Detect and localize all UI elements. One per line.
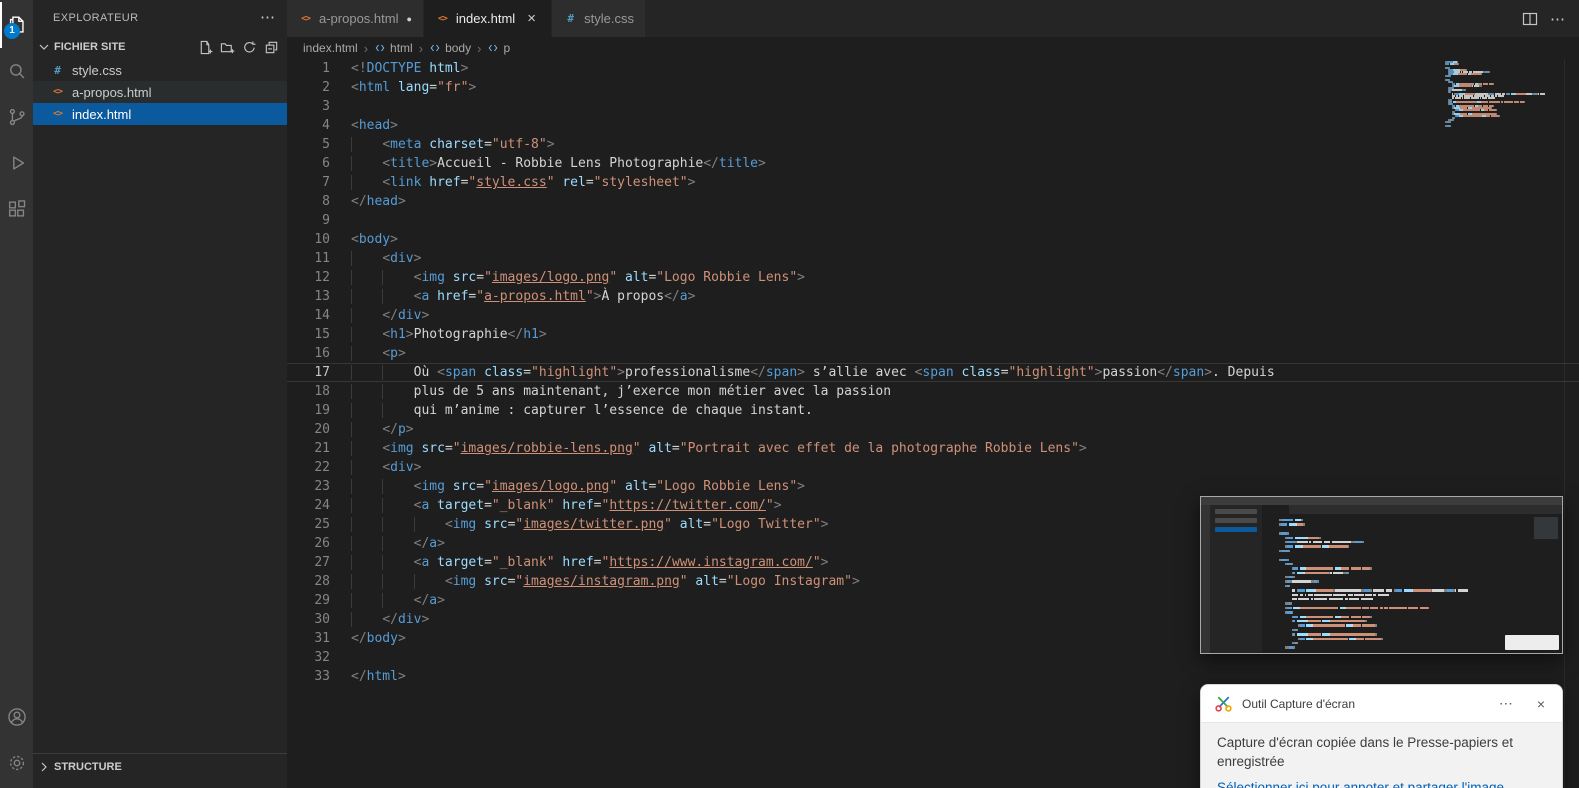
thumb-titlebar <box>1201 497 1562 505</box>
file-name: style.css <box>72 62 122 78</box>
sidebar-title: EXPLORATEUR <box>53 11 139 24</box>
structure-section-header[interactable]: STRUCTURE <box>33 753 287 780</box>
symbol-tag-icon <box>430 44 440 52</box>
tab-bar: <> a-propos.html ● <> index.html × # sty… <box>287 0 1579 37</box>
activity-bar-top: 1 <box>0 2 33 232</box>
html-file-icon: <> <box>53 109 63 119</box>
screenshot-preview[interactable] <box>1200 496 1563 654</box>
css-file-icon: # <box>54 63 61 77</box>
code-area[interactable]: 1 <!DOCTYPE html> 2 <html lang="fr"> 3 4 <head… <box>287 59 1579 788</box>
run-debug-icon <box>12 156 24 170</box>
file-name: index.html <box>72 106 132 122</box>
tab-label: a-propos.html <box>319 11 399 26</box>
chevron-down-icon <box>39 44 49 50</box>
snipping-tool-scissors-icon <box>1215 696 1232 712</box>
scrollbar[interactable] <box>1564 59 1565 788</box>
settings-button[interactable] <box>0 740 33 786</box>
modified-dot-icon[interactable]: ● <box>406 14 411 24</box>
vscode-window: 1 EXPLORATEUR ⋯ FICHIER SITE # style.css… <box>0 0 1579 788</box>
notification-more-icon[interactable]: ⋯ <box>1492 693 1520 714</box>
file-name: a-propos.html <box>72 84 152 100</box>
tab-a-propos[interactable]: <> a-propos.html ● <box>287 0 424 37</box>
breadcrumb: index.html › html › body › p <box>287 37 1579 59</box>
symbol-tag-icon <box>375 44 385 52</box>
explorer-sidebar: EXPLORATEUR ⋯ FICHIER SITE # style.css <… <box>33 0 287 788</box>
thumb-tab-bar <box>1262 505 1562 514</box>
chevron-right-icon: › <box>477 40 482 56</box>
tab-label: style.css <box>584 11 635 26</box>
split-editor-icon[interactable] <box>1522 11 1538 27</box>
breadcrumb-label: index.html <box>303 41 358 55</box>
css-file-icon: # <box>567 12 574 25</box>
new-file-icon[interactable] <box>198 40 213 55</box>
chevron-right-icon: › <box>418 40 424 56</box>
file-list: # style.css <> a-propos.html <> index.ht… <box>33 59 287 125</box>
activity-bar-bottom <box>0 694 33 786</box>
thumb-notification <box>1505 635 1559 650</box>
run-debug-activity-button[interactable] <box>0 140 33 186</box>
editor-actions: ⋯ <box>1522 0 1579 37</box>
refresh-icon[interactable] <box>242 40 257 55</box>
gear-icon <box>9 755 24 771</box>
notification-action-link[interactable]: Sélectionner ici pour annoter et partage… <box>1217 778 1546 788</box>
tab-label: index.html <box>455 11 516 26</box>
activity-badge: 1 <box>4 23 20 39</box>
source-control-icon <box>9 108 25 126</box>
file-row-style-css[interactable]: # style.css <box>33 59 287 81</box>
file-row-a-propos[interactable]: <> a-propos.html <box>33 81 287 103</box>
notification-message: Capture d'écran copiée dans le Presse-pa… <box>1217 735 1513 769</box>
breadcrumb-item-html[interactable]: html <box>374 41 413 55</box>
breadcrumb-label: p <box>503 41 511 55</box>
folder-section-label: FICHIER SITE <box>54 41 126 53</box>
explorer-activity-button[interactable]: 1 <box>0 2 33 48</box>
tab-style-css[interactable]: # style.css <box>552 0 647 37</box>
html-file-icon: <> <box>301 13 311 24</box>
tab-index[interactable]: <> index.html × <box>423 0 553 37</box>
close-icon[interactable]: × <box>523 10 540 27</box>
new-folder-icon[interactable] <box>220 40 235 55</box>
extensions-activity-button[interactable] <box>0 186 33 232</box>
file-row-index[interactable]: <> index.html <box>33 103 287 125</box>
thumb-activity-bar <box>1201 505 1210 653</box>
sidebar-header: EXPLORATEUR ⋯ <box>33 0 287 35</box>
thumb-active-tab <box>1262 505 1289 514</box>
account-button[interactable] <box>0 694 33 740</box>
html-file-icon: <> <box>53 87 63 97</box>
minimap[interactable] <box>1445 61 1557 127</box>
account-icon <box>7 708 26 726</box>
thumb-sidebar <box>1210 505 1262 653</box>
notification-close-icon[interactable]: × <box>1530 694 1552 714</box>
source-control-activity-button[interactable] <box>0 94 33 140</box>
breadcrumb-item-body[interactable]: body <box>429 41 471 55</box>
breadcrumb-label: body <box>445 41 472 55</box>
notification-title: Outil Capture d'écran <box>1242 696 1356 711</box>
breadcrumb-item-file[interactable]: index.html <box>303 41 358 55</box>
thumb-minimap <box>1534 517 1558 539</box>
chevron-right-icon: › <box>363 40 369 56</box>
explorer-more-icon[interactable]: ⋯ <box>260 10 275 25</box>
extensions-icon <box>8 200 25 217</box>
search-icon <box>9 64 24 79</box>
notification-body: Capture d'écran copiée dans le Presse-pa… <box>1201 723 1562 788</box>
thumb-code <box>1279 519 1528 651</box>
html-file-icon: <> <box>438 13 448 24</box>
snipping-tool-notification: Outil Capture d'écran ⋯ × Capture d'écra… <box>1200 684 1563 788</box>
breadcrumb-label: html <box>390 41 413 55</box>
activity-bar: 1 <box>0 0 33 788</box>
symbol-tag-icon <box>489 44 498 52</box>
editor-group: <> a-propos.html ● <> index.html × # sty… <box>287 0 1579 788</box>
structure-section-label: STRUCTURE <box>54 761 122 773</box>
collapse-all-icon[interactable] <box>264 40 279 55</box>
editor-more-icon[interactable]: ⋯ <box>1550 10 1565 28</box>
search-activity-button[interactable] <box>0 48 33 94</box>
folder-section-header[interactable]: FICHIER SITE <box>33 35 287 59</box>
explorer-actions <box>198 40 279 55</box>
breadcrumb-item-p[interactable]: p <box>487 41 510 55</box>
notification-header: Outil Capture d'écran ⋯ × <box>1201 685 1562 723</box>
chevron-right-icon <box>41 762 47 772</box>
